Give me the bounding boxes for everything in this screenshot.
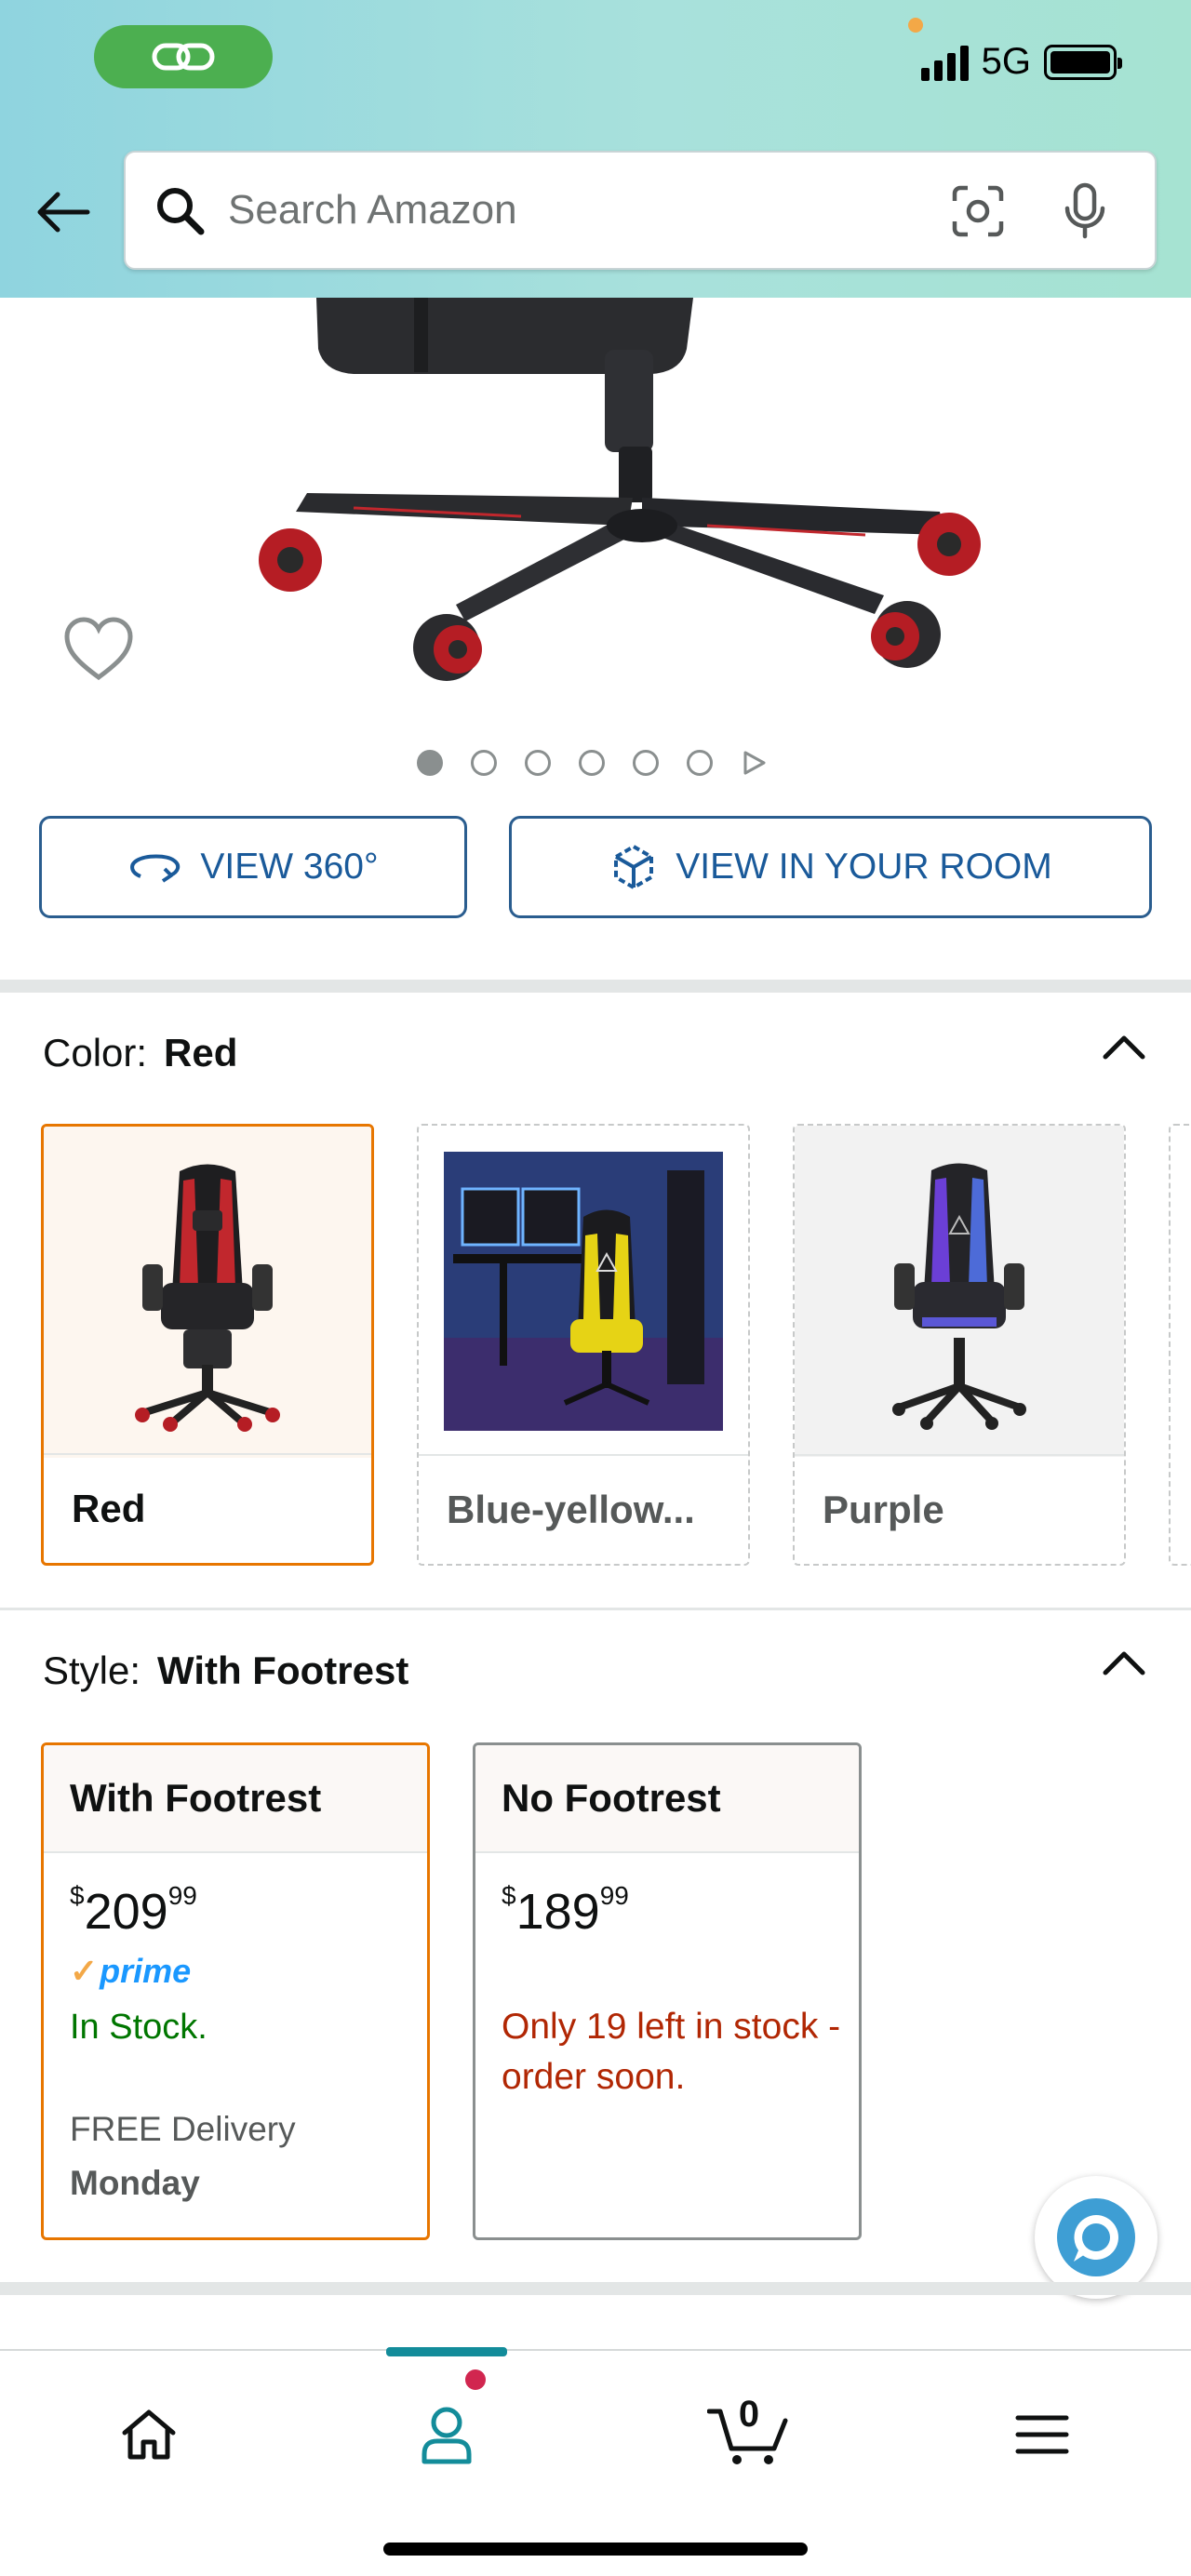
color-option-label: Blue-yellow... [419,1454,748,1564]
carousel-dot[interactable] [687,750,713,776]
color-selected-value: Red [164,1031,238,1074]
chevron-up-icon[interactable] [1100,1027,1148,1064]
video-play-icon[interactable] [741,750,767,776]
color-label: Color: [43,1031,148,1074]
cart-count: 0 [738,2394,760,2435]
color-option-red[interactable]: Red [41,1124,374,1566]
product-image[interactable] [0,298,1191,688]
low-stock-warning: Only 19 left in stock - order soon. [502,2007,841,2097]
gaming-chair-base-image [259,298,981,681]
price: $20999 [70,1881,197,1940]
back-arrow-icon [37,192,90,233]
view-in-room-label: VIEW IN YOUR ROOM [676,847,1052,887]
view-360-button[interactable]: VIEW 360° [39,816,467,918]
nav-menu[interactable] [996,2388,1089,2481]
network-type: 5G [981,41,1031,82]
color-option-blue-yellow[interactable]: Blue-yellow... [417,1124,750,1566]
search-input[interactable] [226,186,896,234]
ar-cube-icon [614,844,654,890]
style-option-title: With Footrest [44,1745,427,1853]
view-in-room-button[interactable]: VIEW IN YOUR ROOM [509,816,1152,918]
status-indicators: 5G [920,41,1122,83]
color-option-purple[interactable]: Purple [793,1124,1126,1566]
delivery-text: FREE Delivery [70,2110,296,2148]
nav-cart[interactable]: 0 [698,2388,800,2481]
stock-status: In Stock. [70,2008,207,2047]
prime-badge: ✓ prime [70,1952,192,1990]
style-option-with-footrest[interactable]: With Footrest $20999 ✓ prime In Stock. FR… [41,1742,430,2240]
section-divider [0,2282,1191,2295]
carousel-dot[interactable] [633,750,659,776]
carousel-dot[interactable] [471,750,497,776]
link-icon [152,43,215,71]
style-selected-value: With Footrest [157,1648,409,1692]
wishlist-heart-icon[interactable] [61,616,136,683]
active-tab-indicator [386,2347,507,2356]
style-option-no-footrest[interactable]: No Footrest $18999 Only 19 left in stock… [473,1742,862,2240]
style-heading: Style: With Footrest [43,1648,408,1693]
home-icon [122,2409,176,2460]
account-icon [422,2407,472,2464]
camera-scan-icon[interactable] [945,179,1010,244]
alexa-button[interactable] [1035,2176,1158,2299]
hamburger-menu-icon [1015,2415,1069,2454]
carousel-dot[interactable] [525,750,551,776]
color-heading: Color: Red [43,1031,237,1075]
prime-check-icon: ✓ [70,1952,99,1990]
view-360-label: VIEW 360° [200,847,379,887]
alexa-icon [1057,2198,1135,2276]
link-status-pill[interactable] [94,25,273,88]
carousel-dot[interactable] [417,750,443,776]
section-divider [0,1608,1191,1610]
nav-home[interactable] [102,2388,195,2481]
color-option-label: Red [44,1453,371,1563]
signal-icon [920,44,969,81]
home-indicator [383,2543,808,2556]
red-chair-thumbnail [44,1127,371,1458]
chevron-up-icon[interactable] [1100,1643,1148,1680]
search-bar[interactable] [124,151,1157,270]
search-icon [152,182,207,238]
image-carousel-dots[interactable] [417,750,767,776]
carousel-dot[interactable] [579,750,605,776]
notification-dot [465,2369,486,2390]
price: $18999 [502,1881,629,1940]
header: 5G [0,0,1191,298]
style-label: Style: [43,1648,141,1692]
color-option-label: Purple [795,1454,1124,1564]
nav-account[interactable] [400,2388,493,2481]
delivery-day: Monday [70,2164,200,2202]
blue-yellow-chair-thumbnail [419,1126,748,1457]
privacy-indicator [908,18,923,33]
section-divider [0,980,1191,993]
purple-chair-thumbnail [795,1126,1124,1457]
rotate-360-icon [130,854,181,883]
style-option-title: No Footrest [475,1745,859,1853]
color-option-partial[interactable] [1169,1124,1191,1566]
battery-icon [1044,44,1122,80]
microphone-icon[interactable] [1052,179,1117,244]
back-button[interactable] [30,182,97,242]
